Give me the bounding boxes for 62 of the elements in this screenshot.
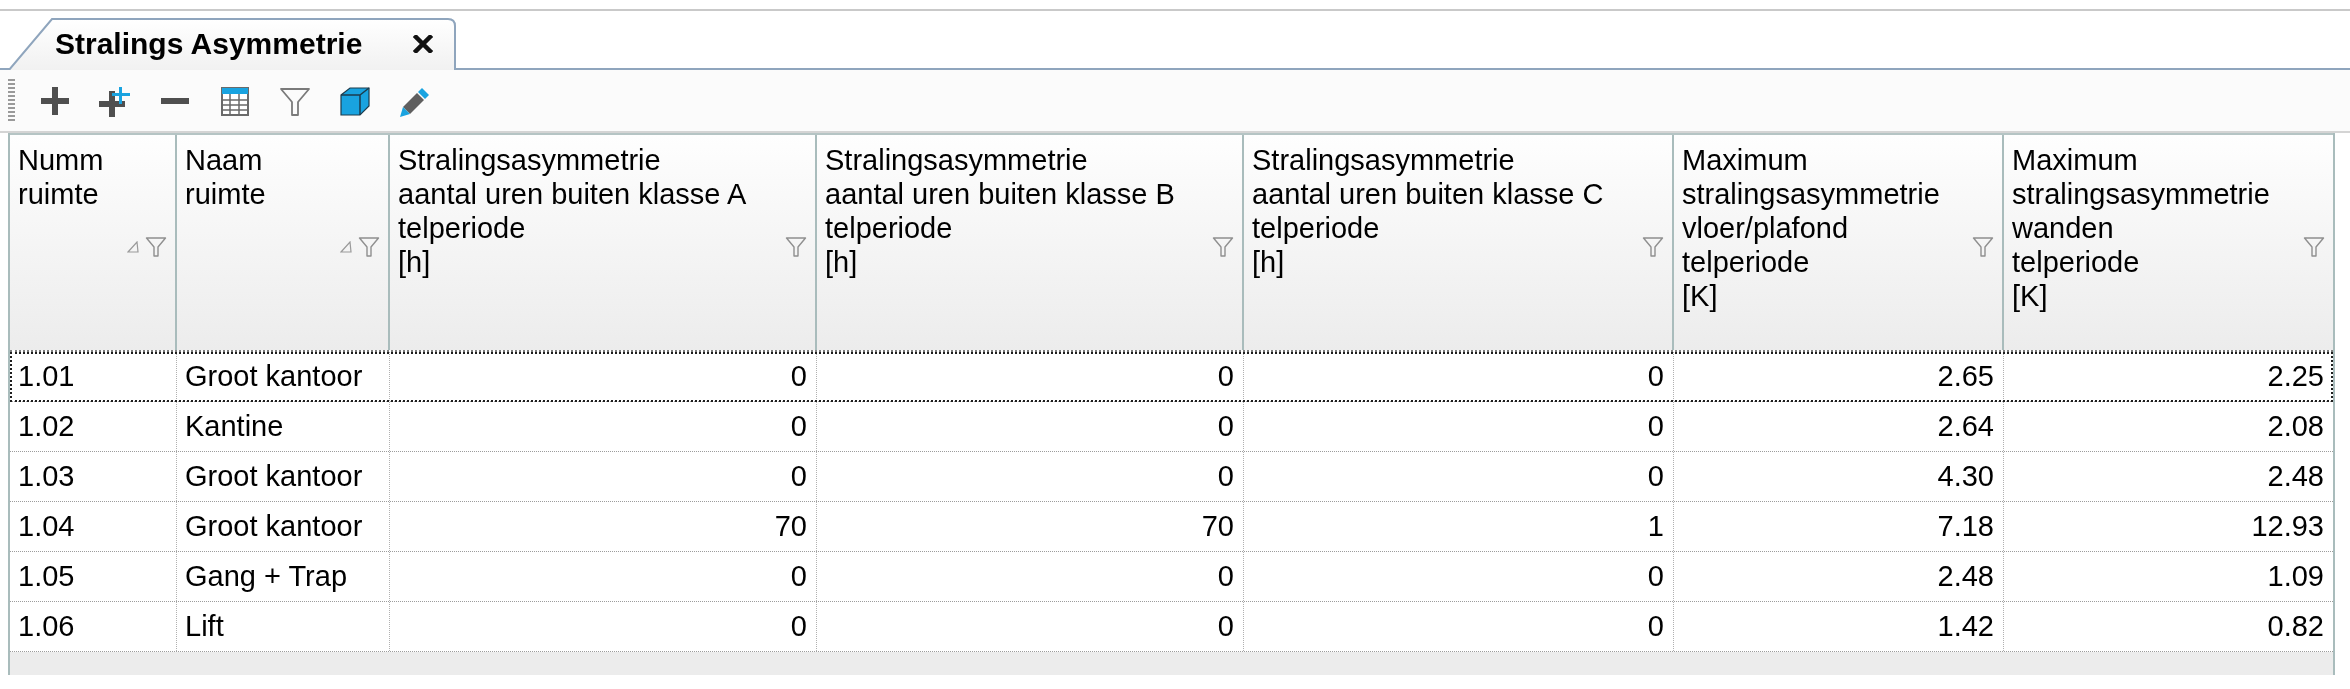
table-row[interactable]: 1.02 Kantine 0 0 0 2.64 2.08 <box>10 402 2333 452</box>
table-cell: 0 <box>390 352 817 401</box>
table-cell: 0 <box>390 552 817 601</box>
table-row[interactable]: 1.05 Gang + Trap 0 0 0 2.48 1.09 <box>10 552 2333 602</box>
table-cell: 0 <box>1244 452 1674 501</box>
column-header[interactable]: Maximum stralingsasymmetrie vloer/plafond telperiode [K] <box>1674 135 2004 350</box>
table-cell-text: 2.25 <box>2266 359 2325 394</box>
column-header[interactable]: Naam ruimte <box>177 135 390 350</box>
table-cell: 0 <box>817 552 1244 601</box>
table-row[interactable]: 1.03 Groot kantoor 0 0 0 4.30 2.48 <box>10 452 2333 502</box>
filter-icon[interactable] <box>1212 235 1234 258</box>
table-cell: Groot kantoor <box>177 352 390 401</box>
table-cell: 0 <box>1244 402 1674 451</box>
column-header[interactable]: Stralingsasymmetrie aantal uren buiten klasse A telperiode [h] <box>390 135 817 350</box>
table-cell: Gang + Trap <box>177 552 390 601</box>
table-cell-text: 12.93 <box>2250 509 2325 544</box>
filter-icon[interactable] <box>1972 235 1994 258</box>
table-cell: 7.18 <box>1674 502 2004 551</box>
table-cell-text: 2.08 <box>2266 409 2325 444</box>
table-cell: Lift <box>177 602 390 651</box>
table-row[interactable]: 1.01 Groot kantoor 0 0 0 2.65 2.25 <box>10 352 2333 402</box>
filter-icon[interactable] <box>145 235 167 258</box>
tab[interactable]: Stralings Asymmetrie <box>8 17 457 70</box>
table-cell-text: 1.09 <box>2266 559 2325 594</box>
table-cell: Groot kantoor <box>177 452 390 501</box>
table-cell: 1.02 <box>10 402 177 451</box>
table-cell: 0 <box>817 352 1244 401</box>
table-cell: 1.03 <box>10 452 177 501</box>
table-cell: 1.01 <box>10 352 177 401</box>
table-cell: 2.48 <box>1674 552 2004 601</box>
table-cell: 0 <box>817 602 1244 651</box>
table-cell: 0 <box>1244 552 1674 601</box>
table-cell: Kantine <box>177 402 390 451</box>
table-cell: 70 <box>817 502 1244 551</box>
table-cell: 1.06 <box>10 602 177 651</box>
filter-icon[interactable] <box>2303 235 2325 258</box>
table-cell: 4.30 <box>1674 452 2004 501</box>
table-cell: 0 <box>817 402 1244 451</box>
table-cell: 1.04 <box>10 502 177 551</box>
table-cell: 2.64 <box>1674 402 2004 451</box>
filter-icon[interactable] <box>358 235 380 258</box>
filter-icon[interactable] <box>785 235 807 258</box>
table-row[interactable]: 1.04 Groot kantoor 70 70 1 7.18 12.93 <box>10 502 2333 552</box>
filter-icon[interactable] <box>1642 235 1664 258</box>
close-icon[interactable] <box>413 34 433 53</box>
table-cell: 0 <box>390 452 817 501</box>
table-cell: 0 <box>817 452 1244 501</box>
table-cell: 70 <box>390 502 817 551</box>
column-header[interactable]: Stralingsasymmetrie aantal uren buiten klasse B telperiode [h] <box>817 135 1244 350</box>
table-cell: 1.05 <box>10 552 177 601</box>
column-header[interactable]: Stralingsasymmetrie aantal uren buiten klasse C telperiode [h] <box>1244 135 1674 350</box>
table-cell: 2.65 <box>1674 352 2004 401</box>
table-cell: Groot kantoor <box>177 502 390 551</box>
column-header[interactable]: Numm ruimte <box>10 135 177 350</box>
table-cell: 0 <box>1244 602 1674 651</box>
table-cell-text: 2.48 <box>2266 459 2325 494</box>
table-cell: 0 <box>390 602 817 651</box>
table-cell: 1 <box>1244 502 1674 551</box>
table-cell-text: 0.82 <box>2266 609 2325 644</box>
table-cell: 1.42 <box>1674 602 2004 651</box>
table-cell: 0 <box>390 402 817 451</box>
table-cell: 0 <box>1244 352 1674 401</box>
